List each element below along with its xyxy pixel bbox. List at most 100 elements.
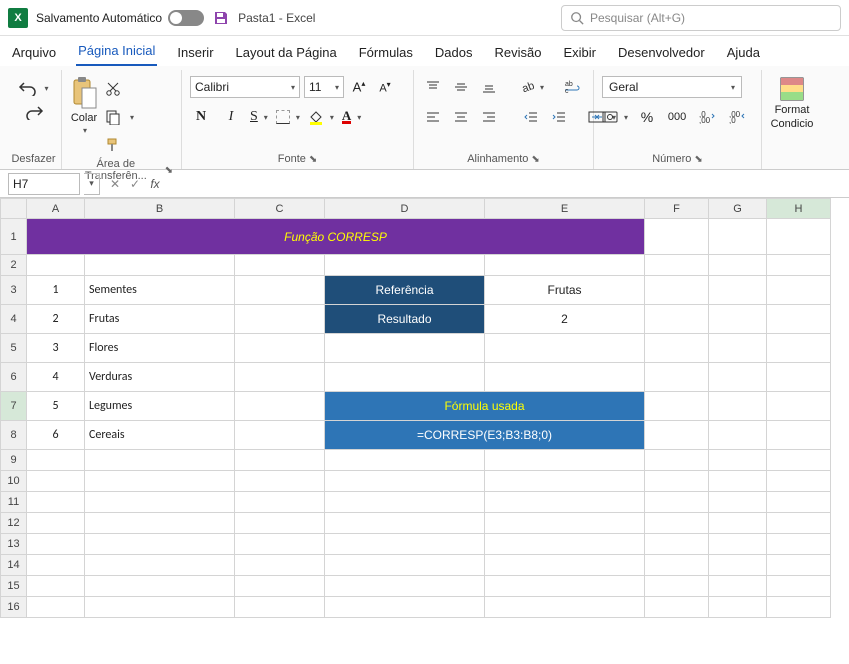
cell-A15[interactable] — [27, 576, 85, 597]
underline-button[interactable]: S▾ — [250, 109, 268, 125]
row-header-8[interactable]: 8 — [1, 421, 27, 450]
cell-B16[interactable] — [85, 597, 235, 618]
cell-H1[interactable] — [767, 219, 831, 255]
decrease-indent-button[interactable] — [520, 106, 542, 128]
cell-H15[interactable] — [767, 576, 831, 597]
cell-F4[interactable] — [645, 305, 709, 334]
autosave-toggle[interactable] — [168, 10, 204, 26]
border-button[interactable]: ▾ — [276, 110, 300, 124]
cell-F13[interactable] — [645, 534, 709, 555]
cell-G3[interactable] — [709, 276, 767, 305]
cell-D12[interactable] — [325, 513, 485, 534]
cell-H2[interactable] — [767, 255, 831, 276]
cell-E10[interactable] — [485, 471, 645, 492]
cell-G9[interactable] — [709, 450, 767, 471]
cell-D3[interactable]: Referência — [325, 276, 485, 305]
column-header-B[interactable]: B — [85, 199, 235, 219]
cell-C10[interactable] — [235, 471, 325, 492]
cell-C2[interactable] — [235, 255, 325, 276]
menu-formulas[interactable]: Fórmulas — [357, 41, 415, 66]
cell-F1[interactable] — [645, 219, 709, 255]
font-name-select[interactable]: Calibri▾ — [190, 76, 300, 98]
cell-G12[interactable] — [709, 513, 767, 534]
cell-E15[interactable] — [485, 576, 645, 597]
cell-G15[interactable] — [709, 576, 767, 597]
bold-button[interactable]: N — [190, 106, 212, 128]
copy-button[interactable] — [102, 106, 124, 128]
cell-D10[interactable] — [325, 471, 485, 492]
cell-A16[interactable] — [27, 597, 85, 618]
cell-A12[interactable] — [27, 513, 85, 534]
cell-H13[interactable] — [767, 534, 831, 555]
row-header-13[interactable]: 13 — [1, 534, 27, 555]
cell-C6[interactable] — [235, 363, 325, 392]
increase-decimal-button[interactable]: ,0,00 — [696, 106, 718, 128]
cell-G6[interactable] — [709, 363, 767, 392]
menu-exibir[interactable]: Exibir — [561, 41, 598, 66]
cell-A7[interactable]: 5 — [27, 392, 85, 421]
cell-B3[interactable]: Sementes — [85, 276, 235, 305]
italic-button[interactable]: I — [220, 106, 242, 128]
align-right-button[interactable] — [478, 106, 500, 128]
cell-F10[interactable] — [645, 471, 709, 492]
menu-ajuda[interactable]: Ajuda — [725, 41, 762, 66]
cell-A8[interactable]: 6 — [27, 421, 85, 450]
cell-A4[interactable]: 2 — [27, 305, 85, 334]
cell-E4[interactable]: 2 — [485, 305, 645, 334]
row-header-4[interactable]: 4 — [1, 305, 27, 334]
percent-button[interactable]: % — [636, 106, 658, 128]
cell-G1[interactable] — [709, 219, 767, 255]
cell-B14[interactable] — [85, 555, 235, 576]
cell-D4[interactable]: Resultado — [325, 305, 485, 334]
row-header-11[interactable]: 11 — [1, 492, 27, 513]
cell-G10[interactable] — [709, 471, 767, 492]
decrease-decimal-button[interactable]: ,00,0 — [726, 106, 748, 128]
cell-A14[interactable] — [27, 555, 85, 576]
cell-G7[interactable] — [709, 392, 767, 421]
column-header-C[interactable]: C — [235, 199, 325, 219]
name-box[interactable]: H7 — [8, 173, 80, 195]
cell-F15[interactable] — [645, 576, 709, 597]
name-box-dropdown[interactable]: ▾ — [84, 173, 100, 195]
cell-D13[interactable] — [325, 534, 485, 555]
undo-button[interactable]: ▾ — [18, 80, 48, 96]
menu-revisao[interactable]: Revisão — [493, 41, 544, 66]
cell-E2[interactable] — [485, 255, 645, 276]
cell-C11[interactable] — [235, 492, 325, 513]
cell-E14[interactable] — [485, 555, 645, 576]
cell-C4[interactable] — [235, 305, 325, 334]
cell-B10[interactable] — [85, 471, 235, 492]
row-header-10[interactable]: 10 — [1, 471, 27, 492]
menu-dados[interactable]: Dados — [433, 41, 475, 66]
fill-color-button[interactable]: ▾ — [308, 109, 334, 125]
cell-C3[interactable] — [235, 276, 325, 305]
cell-E13[interactable] — [485, 534, 645, 555]
insert-function-button[interactable]: fx — [146, 177, 164, 191]
align-top-button[interactable] — [422, 76, 444, 98]
format-painter-button[interactable] — [102, 134, 124, 156]
column-header-A[interactable]: A — [27, 199, 85, 219]
menu-pagina-inicial[interactable]: Página Inicial — [76, 39, 157, 66]
cell-H6[interactable] — [767, 363, 831, 392]
cell-D14[interactable] — [325, 555, 485, 576]
cell-G11[interactable] — [709, 492, 767, 513]
menu-desenvolvedor[interactable]: Desenvolvedor — [616, 41, 707, 66]
cell-C16[interactable] — [235, 597, 325, 618]
row-header-2[interactable]: 2 — [1, 255, 27, 276]
cell-A13[interactable] — [27, 534, 85, 555]
align-middle-button[interactable] — [450, 76, 472, 98]
cell-H9[interactable] — [767, 450, 831, 471]
cell-H11[interactable] — [767, 492, 831, 513]
dialog-launcher-icon[interactable]: ⬊ — [694, 154, 702, 165]
column-header-H[interactable]: H — [767, 199, 831, 219]
cell-D11[interactable] — [325, 492, 485, 513]
cell-D9[interactable] — [325, 450, 485, 471]
conditional-formatting-button[interactable]: Format Condicio — [770, 72, 814, 163]
cell-H16[interactable] — [767, 597, 831, 618]
currency-button[interactable]: ▾ — [602, 109, 628, 125]
cell-H12[interactable] — [767, 513, 831, 534]
cell-G13[interactable] — [709, 534, 767, 555]
cell-A3[interactable]: 1 — [27, 276, 85, 305]
cell-F2[interactable] — [645, 255, 709, 276]
cell-A2[interactable] — [27, 255, 85, 276]
